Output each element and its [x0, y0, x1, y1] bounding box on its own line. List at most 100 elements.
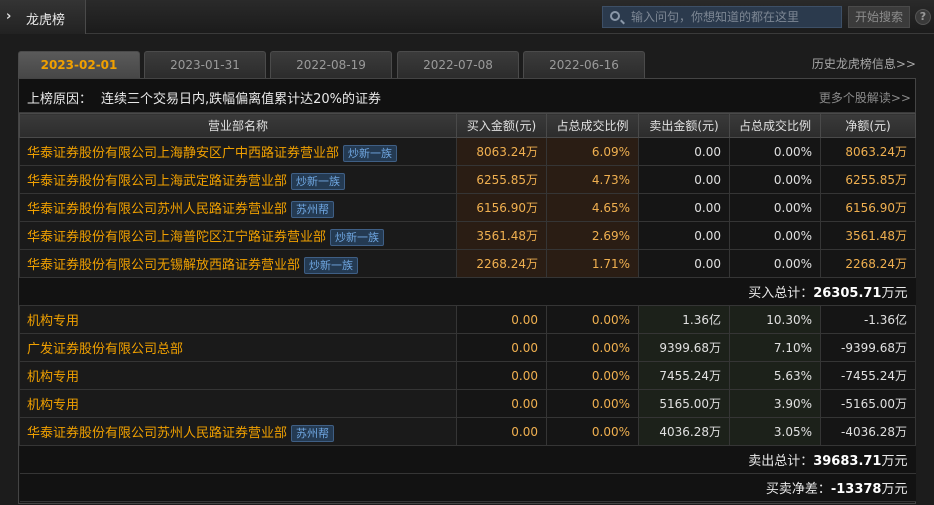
branch-name[interactable]: 机构专用	[27, 314, 79, 329]
tab-date-4[interactable]: 2022-06-16	[523, 51, 645, 78]
column-header: 营业部名称	[19, 113, 457, 138]
net-amount: -5165.00万	[820, 389, 916, 418]
sell-total-unit: 万元	[881, 454, 908, 469]
branch-tag[interactable]: 炒新一族	[330, 228, 385, 246]
sell-total-value: 39683.71	[813, 454, 882, 469]
more-analysis-link[interactable]: 更多个股解读>>	[819, 89, 911, 106]
branch-name[interactable]: 华泰证券股份有限公司苏州人民路证券营业部	[27, 202, 287, 217]
branch-name[interactable]: 华泰证券股份有限公司无锡解放西路证券营业部	[27, 258, 300, 273]
table-row[interactable]: 广发证券股份有限公司总部 0.00 0.00% 9399.68万 7.10% -9399.…	[19, 333, 916, 362]
table-row[interactable]: 华泰证券股份有限公司苏州人民路证券营业部 苏州帮 0.00 0.00% 4036.28万…	[19, 417, 916, 446]
sell-ratio: 7.10%	[729, 333, 821, 362]
branch-name[interactable]: 机构专用	[27, 370, 79, 385]
net-amount: 6156.90万	[820, 193, 916, 222]
table-row[interactable]: 华泰证券股份有限公司上海静安区广中西路证券营业部 炒新一族 8063.24万 6.09…	[19, 137, 916, 166]
buy-ratio: 6.09%	[546, 137, 639, 166]
net-total-unit: 万元	[881, 482, 908, 497]
buy-amount: 6156.90万	[456, 193, 547, 222]
branch-name-cell[interactable]: 机构专用	[19, 361, 457, 390]
search-button[interactable]: 开始搜索	[848, 6, 910, 28]
sell-ratio: 10.30%	[729, 305, 821, 334]
buy-amount: 0.00	[456, 389, 547, 418]
help-icon[interactable]: ?	[915, 9, 931, 25]
net-total-value: -13378	[830, 482, 882, 497]
branch-name-cell[interactable]: 华泰证券股份有限公司上海静安区广中西路证券营业部 炒新一族	[19, 137, 457, 166]
branch-name[interactable]: 华泰证券股份有限公司上海普陀区江宁路证券营业部	[27, 230, 326, 245]
sell-ratio: 0.00%	[729, 249, 821, 278]
sell-amount: 0.00	[638, 221, 730, 250]
search-input[interactable]	[631, 9, 836, 25]
reason-bar: 上榜原因： 连续三个交易日内,跌幅偏离值累计达20%的证券 更多个股解读>>	[19, 79, 915, 113]
buy-ratio: 2.69%	[546, 221, 639, 250]
table-row[interactable]: 机构专用 0.00 0.00% 7455.24万 5.63% -7455.24万	[19, 361, 916, 390]
table-row[interactable]: 机构专用 0.00 0.00% 1.36亿 10.30% -1.36亿	[19, 305, 916, 334]
buy-amount: 0.00	[456, 305, 547, 334]
buy-ratio: 4.65%	[546, 193, 639, 222]
buy-ratio: 0.00%	[546, 389, 639, 418]
net-total-cell: 买卖净差：-13378万元	[19, 473, 916, 502]
branch-name-cell[interactable]: 华泰证券股份有限公司苏州人民路证券营业部 苏州帮	[19, 193, 457, 222]
buy-total-label: 买入总计：	[748, 286, 814, 301]
reason-label: 上榜原因：	[27, 92, 93, 107]
history-link[interactable]: 历史龙虎榜信息>>	[812, 55, 916, 72]
table-row[interactable]: 华泰证券股份有限公司苏州人民路证券营业部 苏州帮 6156.90万 4.65% 0.00…	[19, 193, 916, 222]
net-amount: 3561.48万	[820, 221, 916, 250]
table-row[interactable]: 华泰证券股份有限公司无锡解放西路证券营业部 炒新一族 2268.24万 1.71% 0.…	[19, 249, 916, 278]
branch-name[interactable]: 广发证券股份有限公司总部	[27, 342, 183, 357]
branch-name-cell[interactable]: 华泰证券股份有限公司上海普陀区江宁路证券营业部 炒新一族	[19, 221, 457, 250]
branch-name-cell[interactable]: 广发证券股份有限公司总部	[19, 333, 457, 362]
branch-tag[interactable]: 炒新一族	[304, 256, 359, 274]
tab-date-1[interactable]: 2023-01-31	[144, 51, 266, 78]
net-amount: -4036.28万	[820, 417, 916, 446]
column-header: 买入金额(元)	[456, 113, 547, 138]
table-row[interactable]: 华泰证券股份有限公司上海普陀区江宁路证券营业部 炒新一族 3561.48万 2.69%…	[19, 221, 916, 250]
buy-amount: 0.00	[456, 333, 547, 362]
branch-name[interactable]: 华泰证券股份有限公司上海静安区广中西路证券营业部	[27, 146, 339, 161]
branch-name[interactable]: 机构专用	[27, 398, 79, 413]
chevron-right-icon: ›	[6, 9, 12, 24]
buy-total-cell: 买入总计：26305.71万元	[19, 277, 916, 306]
sell-ratio: 0.00%	[729, 165, 821, 194]
buy-ratio: 0.00%	[546, 333, 639, 362]
branch-tag[interactable]: 苏州帮	[291, 200, 335, 218]
branch-name[interactable]: 华泰证券股份有限公司上海武定路证券营业部	[27, 174, 287, 189]
buy-ratio: 0.00%	[546, 417, 639, 446]
net-amount: -9399.68万	[820, 333, 916, 362]
buy-amount: 0.00	[456, 417, 547, 446]
sell-amount: 9399.68万	[638, 333, 730, 362]
sell-amount: 7455.24万	[638, 361, 730, 390]
section-title: 龙虎榜	[26, 13, 66, 28]
section-title-tab[interactable]: › 龙虎榜	[0, 0, 86, 34]
top-bar: › 龙虎榜 开始搜索 ?	[0, 0, 934, 34]
table-row[interactable]: 华泰证券股份有限公司上海武定路证券营业部 炒新一族 6255.85万 4.73% 0.0…	[19, 165, 916, 194]
sell-total-label: 卖出总计：	[748, 454, 814, 469]
tab-date-0[interactable]: 2023-02-01	[18, 51, 140, 78]
net-amount: 2268.24万	[820, 249, 916, 278]
column-header: 占总成交比例	[546, 113, 639, 138]
branch-name-cell[interactable]: 机构专用	[19, 305, 457, 334]
tab-date-3[interactable]: 2022-07-08	[397, 51, 519, 78]
sell-amount: 5165.00万	[638, 389, 730, 418]
buy-amount: 3561.48万	[456, 221, 547, 250]
branch-tag[interactable]: 炒新一族	[291, 172, 346, 190]
sell-ratio: 3.05%	[729, 417, 821, 446]
search-box[interactable]	[602, 6, 842, 28]
sell-amount: 0.00	[638, 165, 730, 194]
buy-total-unit: 万元	[881, 286, 908, 301]
sell-ratio: 0.00%	[729, 221, 821, 250]
branch-name-cell[interactable]: 机构专用	[19, 389, 457, 418]
table-row[interactable]: 机构专用 0.00 0.00% 5165.00万 3.90% -5165.00万	[19, 389, 916, 418]
branch-name-cell[interactable]: 华泰证券股份有限公司上海武定路证券营业部 炒新一族	[19, 165, 457, 194]
tab-date-2[interactable]: 2022-08-19	[270, 51, 392, 78]
branch-name-cell[interactable]: 华泰证券股份有限公司无锡解放西路证券营业部 炒新一族	[19, 249, 457, 278]
sell-ratio: 3.90%	[729, 389, 821, 418]
branch-tag[interactable]: 炒新一族	[343, 144, 398, 162]
branch-name[interactable]: 华泰证券股份有限公司苏州人民路证券营业部	[27, 426, 287, 441]
table-header: 营业部名称 买入金额(元) 占总成交比例 卖出金额(元) 占总成交比例 净额(元…	[19, 113, 916, 138]
branch-tag[interactable]: 苏州帮	[291, 424, 335, 442]
search-icon	[610, 11, 620, 21]
sell-amount: 1.36亿	[638, 305, 730, 334]
net-amount: -1.36亿	[820, 305, 916, 334]
branch-name-cell[interactable]: 华泰证券股份有限公司苏州人民路证券营业部 苏州帮	[19, 417, 457, 446]
buy-amount: 0.00	[456, 361, 547, 390]
